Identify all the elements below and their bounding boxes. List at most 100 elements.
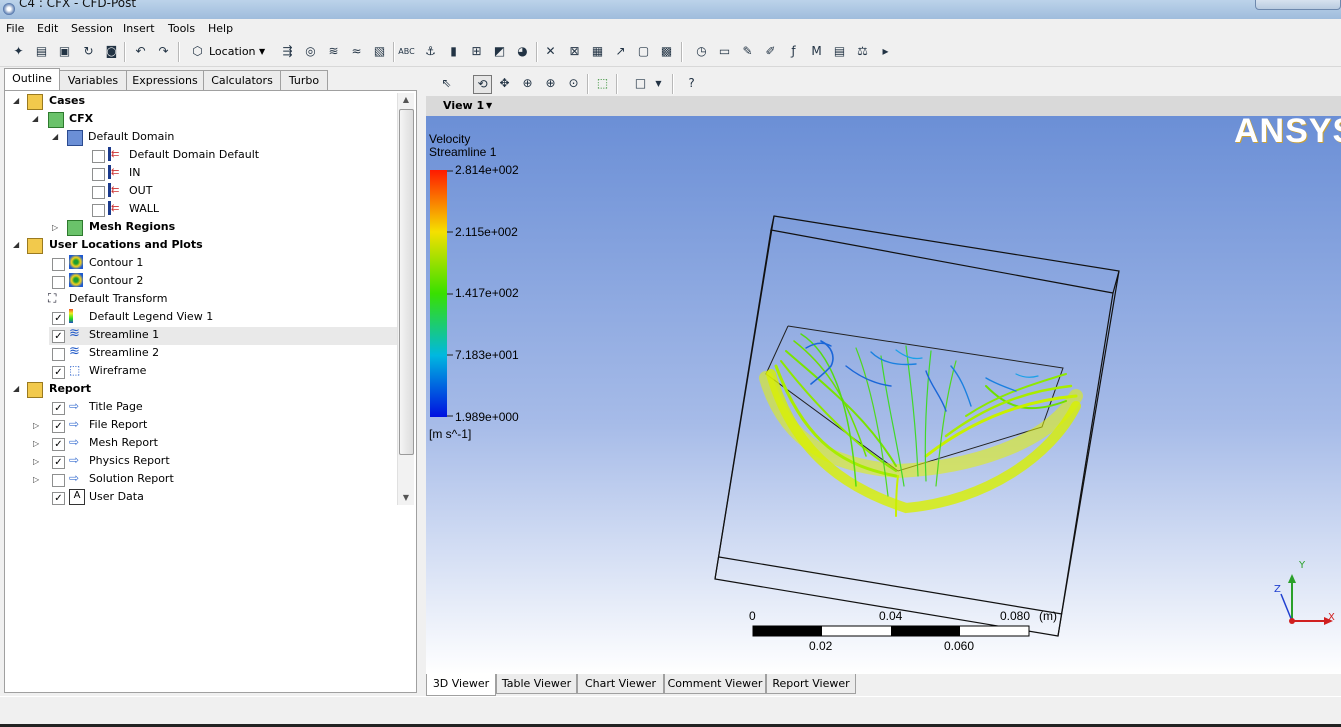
checkbox[interactable]: ✓ (52, 492, 65, 505)
tree-scrollbar[interactable]: ▲ ▼ (397, 93, 414, 505)
tree-item-boundary[interactable]: OUT (129, 182, 152, 200)
checkbox[interactable]: ✓ (52, 312, 65, 325)
rotate-icon[interactable]: ⟲ (473, 75, 492, 94)
checkbox[interactable]: ✓ (52, 456, 65, 469)
menu-file[interactable]: File (6, 22, 24, 35)
expression-icon[interactable]: ⊠ (566, 43, 583, 60)
view-selector[interactable]: View 1 (443, 99, 484, 112)
zoom-box-icon[interactable]: ⊕ (542, 75, 559, 92)
tree-item-streamline-2[interactable]: Streamline 2 (89, 344, 159, 362)
checkbox[interactable]: ✓ (52, 366, 65, 379)
window-controls[interactable] (1255, 0, 1341, 10)
new-case-icon[interactable]: ✦ (10, 43, 27, 60)
tree-item-user-data[interactable]: User Data (89, 488, 144, 506)
tree-item-boundary[interactable]: WALL (129, 200, 159, 218)
menu-session[interactable]: Session (71, 22, 113, 35)
checkbox[interactable] (52, 258, 65, 271)
checkbox[interactable] (52, 348, 65, 361)
checkbox[interactable] (92, 168, 105, 181)
help-icon[interactable]: ? (683, 75, 700, 92)
tree-item-user-locations[interactable]: User Locations and Plots (49, 236, 203, 254)
checkbox[interactable]: ✓ (52, 330, 65, 343)
coordinate-frame-icon[interactable]: ⚓ (422, 43, 439, 60)
checkbox[interactable] (92, 150, 105, 163)
checkbox[interactable]: ✓ (52, 438, 65, 451)
tree-item-physics-report[interactable]: Physics Report (89, 452, 170, 470)
quick-editor-icon[interactable]: ✎ (739, 43, 756, 60)
instance-transform-icon[interactable]: ⊞ (468, 43, 485, 60)
collapse-icon[interactable]: ◢ (32, 114, 40, 124)
location-dropdown[interactable]: ⬡ Location ▼ (189, 42, 271, 62)
tree-item-report[interactable]: Report (49, 380, 91, 398)
3d-viewport[interactable]: Velocity Streamline 1 2.814e+002 2.115e+… (426, 116, 1341, 674)
redo-icon[interactable]: ↷ (155, 43, 172, 60)
mesh-calculator-icon[interactable]: ▤ (831, 43, 848, 60)
viewport-layout-icon[interactable]: □ (632, 75, 649, 92)
legend-icon[interactable]: ▮ (445, 43, 462, 60)
tree-item-file-report[interactable]: File Report (89, 416, 147, 434)
menu-help[interactable]: Help (208, 22, 233, 35)
tab-report-viewer[interactable]: Report Viewer (766, 674, 856, 694)
tree-item-title-page[interactable]: Title Page (89, 398, 143, 416)
tree-item-boundary[interactable]: Default Domain Default (129, 146, 259, 164)
tab-comment-viewer[interactable]: Comment Viewer (664, 674, 766, 694)
particle-track-icon[interactable]: ≈ (348, 43, 365, 60)
tree-item-default-transform[interactable]: Default Transform (69, 290, 167, 308)
collapse-icon[interactable]: ◢ (13, 96, 21, 106)
chevron-down-icon[interactable]: ▼ (486, 101, 492, 110)
checkbox[interactable] (92, 186, 105, 199)
tab-table-viewer[interactable]: Table Viewer (496, 674, 577, 694)
tab-outline[interactable]: Outline (4, 68, 60, 91)
select-icon[interactable]: ⇖ (438, 75, 455, 92)
checkbox[interactable]: ✓ (52, 402, 65, 415)
clip-plane-icon[interactable]: ◩ (491, 43, 508, 60)
tree-item-streamline-1[interactable]: Streamline 1 (89, 326, 159, 344)
menu-tools[interactable]: Tools (168, 22, 195, 35)
table-icon[interactable]: ▦ (589, 43, 606, 60)
load-state-icon[interactable]: ▤ (33, 43, 50, 60)
collapse-icon[interactable]: ◢ (52, 132, 60, 142)
probe-icon[interactable]: ✐ (762, 43, 779, 60)
scroll-up-icon[interactable]: ▲ (398, 93, 414, 107)
variable-icon[interactable]: ✕ (542, 43, 559, 60)
tab-expressions[interactable]: Expressions (126, 70, 204, 90)
save-state-icon[interactable]: ▣ (56, 43, 73, 60)
expand-icon[interactable]: ▷ (52, 223, 60, 233)
tab-variables[interactable]: Variables (59, 70, 127, 90)
streamline-icon[interactable]: ≋ (325, 43, 342, 60)
tree-item-boundary[interactable]: IN (129, 164, 140, 182)
case-comparison-icon[interactable]: ⚖ (854, 43, 871, 60)
chevron-down-icon[interactable]: ▼ (650, 75, 667, 92)
tab-turbo[interactable]: Turbo (280, 70, 328, 90)
tree-item-mesh-report[interactable]: Mesh Report (89, 434, 158, 452)
scrollbar-thumb[interactable] (399, 109, 414, 455)
menu-edit[interactable]: Edit (37, 22, 58, 35)
command-editor-icon[interactable]: ▸ (877, 43, 894, 60)
expand-icon[interactable]: ▷ (33, 457, 41, 467)
expand-icon[interactable]: ▷ (33, 421, 41, 431)
checkbox[interactable] (52, 474, 65, 487)
refresh-icon[interactable]: ↻ (80, 43, 97, 60)
screenshot-icon[interactable]: ◙ (103, 43, 120, 60)
checkbox[interactable]: ✓ (52, 420, 65, 433)
collapse-icon[interactable]: ◢ (13, 384, 21, 394)
expand-icon[interactable]: ▷ (33, 439, 41, 449)
tab-3d-viewer[interactable]: 3D Viewer (426, 674, 496, 696)
volume-rendering-icon[interactable]: ▧ (371, 43, 388, 60)
tab-calculators[interactable]: Calculators (203, 70, 281, 90)
tree-item-solution-report[interactable]: Solution Report (89, 470, 174, 488)
comment-icon[interactable]: ▢ (635, 43, 652, 60)
tree-item-cfx[interactable]: CFX (69, 110, 93, 128)
chart-icon[interactable]: ↗ (612, 43, 629, 60)
animation-icon[interactable]: ▭ (716, 43, 733, 60)
text-icon[interactable]: ABC (398, 43, 415, 60)
checkbox[interactable] (92, 204, 105, 217)
function-calculator-icon[interactable]: ƒ (785, 43, 802, 60)
figure-icon[interactable]: ▩ (658, 43, 675, 60)
tree-item-contour-2[interactable]: Contour 2 (89, 272, 143, 290)
fit-view-icon[interactable]: ⊙ (565, 75, 582, 92)
color-map-icon[interactable]: ◕ (514, 43, 531, 60)
vector-icon[interactable]: ⇶ (279, 43, 296, 60)
contour-icon[interactable]: ◎ (302, 43, 319, 60)
pan-icon[interactable]: ✥ (496, 75, 513, 92)
